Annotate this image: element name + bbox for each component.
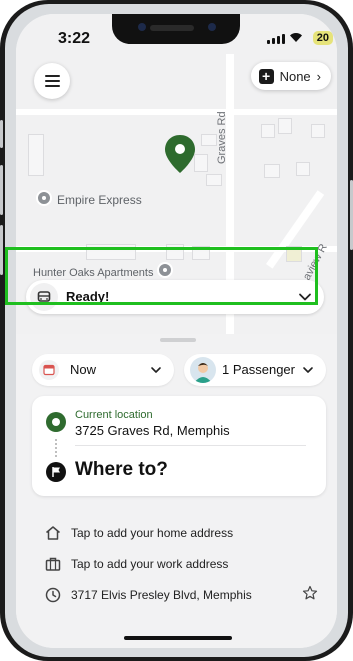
building [278, 118, 292, 134]
battery-icon: 20 [312, 31, 333, 45]
road-label-graves: Graves Rd [216, 111, 228, 164]
none-button-label: None [279, 68, 311, 84]
poi-label-empire: Empire Express [57, 193, 142, 207]
destination-input[interactable]: Where to? [75, 459, 168, 481]
saved-place-home[interactable]: Tap to add your home address [32, 522, 326, 548]
wifi-icon [290, 33, 302, 42]
building [206, 174, 222, 186]
saved-place-label: Tap to add your home address [71, 526, 234, 540]
highlight-box [5, 247, 318, 305]
saved-place-work[interactable]: Tap to add your work address [32, 553, 326, 579]
sensor-icon [208, 23, 216, 31]
time-selector[interactable]: Now [32, 354, 174, 386]
chevron-down-icon [151, 367, 161, 373]
divider [75, 445, 306, 446]
road [16, 109, 337, 115]
star-icon[interactable] [302, 585, 318, 601]
location-pin-icon [165, 135, 195, 173]
status-time: 3:22 [58, 30, 91, 47]
screen: Graves Rd Laview R Empire Express Hunter… [16, 14, 337, 648]
sheet-grabber[interactable] [160, 338, 196, 342]
saved-place-label: Tap to add your work address [71, 557, 229, 571]
building [201, 134, 217, 146]
home-indicator[interactable] [124, 636, 232, 640]
pickup-location-icon [46, 412, 66, 432]
recent-place-label: 3717 Elvis Presley Blvd, Memphis [71, 588, 252, 602]
building [28, 134, 44, 176]
speaker-grill [150, 25, 194, 31]
volume-down-button [0, 225, 3, 275]
building [311, 124, 325, 138]
building [296, 162, 310, 176]
pickup-address[interactable]: 3725 Graves Rd, Memphis [75, 423, 230, 438]
building [261, 124, 275, 138]
recent-place[interactable]: 3717 Elvis Presley Blvd, Memphis [32, 584, 326, 610]
volume-up-button [0, 165, 3, 215]
menu-button[interactable] [34, 63, 70, 99]
building [264, 164, 280, 178]
phone-frame: Graves Rd Laview R Empire Express Hunter… [0, 0, 353, 661]
pickup-label: Current location [75, 409, 153, 421]
home-icon [46, 526, 60, 540]
calendar-icon [39, 360, 59, 380]
building [194, 154, 208, 172]
clock-icon [45, 587, 61, 603]
none-button[interactable]: + None › [250, 62, 331, 90]
mute-switch [0, 120, 3, 148]
chevron-right-icon: › [316, 68, 321, 84]
passenger-selector[interactable]: 1 Passenger [184, 354, 326, 386]
route-connector [55, 439, 57, 457]
notch [112, 14, 240, 44]
route-card: Current location 3725 Graves Rd, Memphis… [32, 396, 326, 496]
passenger-avatar-icon [190, 357, 216, 383]
booking-sheet: Now 1 Passenger Current location 3725 Gr… [16, 334, 337, 648]
passenger-selector-label: 1 Passenger [222, 362, 295, 377]
camera-icon [138, 23, 146, 31]
flag-icon [46, 462, 66, 482]
poi-marker-icon[interactable] [36, 190, 52, 206]
chevron-down-icon [303, 367, 313, 373]
briefcase-icon [45, 557, 61, 571]
status-bar: 3:22 20 [16, 14, 337, 58]
time-selector-label: Now [70, 362, 97, 377]
signal-icon [267, 34, 285, 44]
plus-icon: + [258, 68, 274, 84]
